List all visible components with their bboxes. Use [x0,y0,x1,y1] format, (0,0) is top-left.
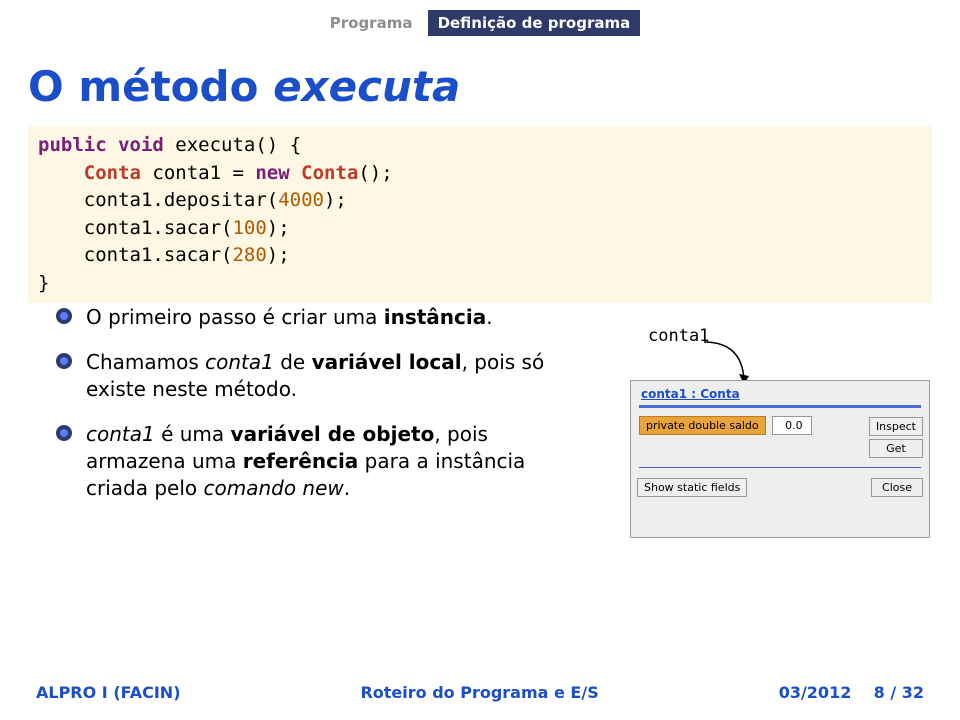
bullet-2: Chamamos conta1 de variável local, pois … [56,349,566,403]
bullet-1: O primeiro passo é criar uma instância. [56,304,566,331]
code-block: public void executa() { Conta conta1 = n… [28,126,932,303]
inspector-rule [639,405,921,408]
diagram-label: conta1 [648,326,709,346]
inspector-divider [639,467,921,468]
get-button[interactable]: Get [869,439,923,458]
code-kw-void: void [118,134,164,156]
field-name-badge: private double saldo [639,416,766,435]
tab-programa[interactable]: Programa [320,10,423,36]
inspector-window: conta1 : Conta private double saldo 0.0 … [630,380,930,538]
tab-definicao[interactable]: Definição de programa [428,10,641,36]
show-static-button[interactable]: Show static fields [637,478,747,497]
footer: ALPRO I (FACIN) Roteiro do Programa e E/… [0,683,960,702]
code-kw-new: new [255,162,289,184]
footer-page: 8 / 32 [874,683,924,702]
inspector-title: conta1 : Conta [631,381,929,403]
bullet-3: conta1 é uma variável de objeto, pois ar… [56,421,566,502]
code-num-100: 100 [232,217,266,239]
footer-date: 03/2012 [779,683,852,702]
bullet-list: O primeiro passo é criar uma instância. … [56,304,566,520]
code-num-4000: 4000 [278,189,324,211]
code-type-conta2: Conta [301,162,358,184]
footer-center: Roteiro do Programa e E/S [181,683,779,702]
inspect-button[interactable]: Inspect [869,417,923,436]
footer-left: ALPRO I (FACIN) [36,683,181,702]
title-emphasis: executa [273,62,460,111]
close-button[interactable]: Close [871,478,923,497]
footer-right: 03/2012 8 / 32 [779,683,924,702]
page-title: O método executa [28,62,460,111]
code-kw-public: public [38,134,107,156]
field-value: 0.0 [772,416,812,435]
diagram-area: conta1 conta1 : Conta private double sal… [590,326,932,546]
code-num-280: 280 [232,244,266,266]
title-prefix: O método [28,62,273,111]
code-type-conta: Conta [84,162,141,184]
